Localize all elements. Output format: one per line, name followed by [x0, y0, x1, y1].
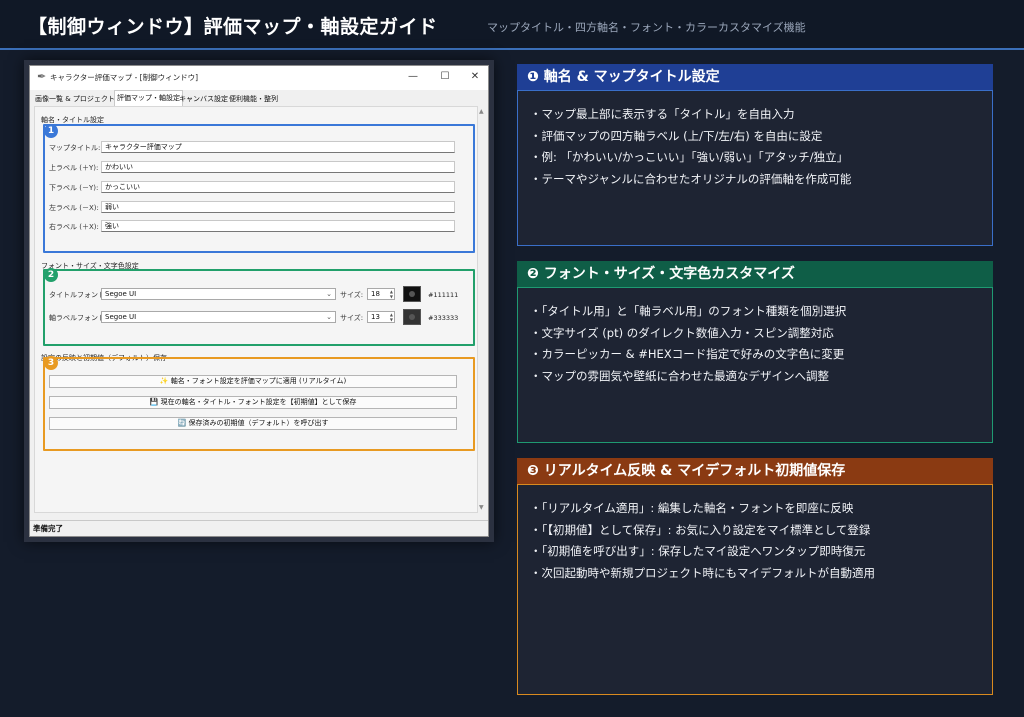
field-label-top: 上ラベル (＋Y): [49, 164, 99, 172]
tab-utilities[interactable]: 便利機能・整列 [227, 92, 280, 106]
badge-3: 3 [44, 356, 58, 370]
axis-font-select[interactable]: Segoe UI ⌄ [101, 311, 336, 323]
panel-3-item: ・「初期値を呼び出す」: 保存したマイ設定へワンタップ即時復元 [530, 544, 866, 558]
screenshot-frame: ✒ キャラクター評価マップ - [制御ウィンドウ] — ☐ ✕ 画像一覧 & プ… [24, 60, 494, 542]
panel-1-item: ・例: 「かわいい/かっこいい」「強い/弱い」「アタッチ/独立」 [530, 150, 849, 164]
color-picker-icon [409, 314, 415, 320]
panel-1-body: ・マップ最上部に表示する「タイトル」を自由入力 ・評価マップの四方軸ラベル (上… [517, 90, 993, 246]
panel-2-title: ❷ フォント・サイズ・文字色カスタマイズ [517, 261, 993, 287]
right-label-input[interactable]: 強い [101, 220, 455, 232]
tab-canvas[interactable]: キャンバス設定 [177, 92, 230, 106]
panel-2-item: ・カラーピッカー & #HEXコード指定で好みの文字色に変更 [530, 347, 845, 361]
panel-2-body: ・「タイトル用」と「軸ラベル用」のフォント種類を個別選択 ・文字サイズ (pt)… [517, 287, 993, 443]
tab-map-axis[interactable]: 評価マップ・軸設定 [114, 90, 183, 106]
apply-realtime-button[interactable]: ✨ 軸名・フォント設定を評価マップに適用 (リアルタイム) [49, 375, 457, 388]
title-size-value: 18 [371, 290, 380, 298]
panel-2-item: ・マップの雰囲気や壁紙に合わせた最適なデザインへ調整 [530, 368, 829, 383]
highlight-box-2 [43, 269, 475, 346]
field-label-bottom: 下ラベル (－Y): [49, 184, 99, 192]
page-subtitle: マップタイトル・四方軸名・フォント・カラーカスタマイズ機能 [487, 21, 806, 34]
title-font-label: タイトルフォント: [49, 291, 108, 299]
title-font-select[interactable]: Segoe UI ⌄ [101, 288, 336, 300]
settings-panel: 軸名・タイトル設定 1 マップタイトル: キャラクター評価マップ 上ラベル (＋… [34, 106, 478, 513]
axis-size-value: 13 [371, 313, 380, 321]
title-size-spinbox[interactable]: 18 ▲ ▼ [367, 288, 395, 300]
left-label-input[interactable]: 弱い [101, 201, 455, 213]
top-label-input[interactable]: かわいい [101, 161, 455, 173]
title-font-value: Segoe UI [105, 290, 137, 298]
field-label-right: 右ラベル (＋X): [49, 223, 99, 231]
save-default-button[interactable]: 💾 現在の軸名・タイトル・フォント設定を【初期値】として保存 [49, 396, 457, 409]
chevron-down-icon: ⌄ [326, 313, 332, 321]
bottom-label-input[interactable]: かっこいい [101, 181, 455, 193]
window-titlebar: ✒ キャラクター評価マップ - [制御ウィンドウ] — ☐ ✕ [30, 66, 488, 90]
panel-1-item: ・評価マップの四方軸ラベル (上/下/左/右) を自由に設定 [530, 128, 823, 143]
load-default-button[interactable]: 🔄 保存済みの初期値（デフォルト）を呼び出す [49, 417, 457, 430]
feather-icon: ✒ [37, 70, 47, 83]
panel-2-item: ・文字サイズ (pt) のダイレクト数値入力・スピン調整対応 [530, 325, 834, 340]
panel-1-item: ・テーマやジャンルに合わせたオリジナルの評価軸を作成可能 [530, 171, 852, 186]
status-bar: 準備完了 [30, 520, 488, 536]
chevron-down-icon: ⌄ [326, 290, 332, 298]
badge-2: 2 [44, 268, 58, 282]
axis-color-hex: #333333 [428, 314, 459, 322]
panel-1-title: ❶ 軸名 & マップタイトル設定 [517, 64, 993, 90]
scroll-up-icon[interactable]: ▲ [479, 108, 484, 115]
panel-3-body: ・「リアルタイム適用」: 編集した軸名・フォントを即座に反映 ・「【初期値】とし… [517, 484, 993, 695]
axis-color-swatch[interactable] [403, 309, 421, 325]
field-label-left: 左ラベル (－X): [49, 204, 99, 212]
axis-font-value: Segoe UI [105, 313, 137, 321]
tab-bar: 画像一覧 & プロジェクト 評価マップ・軸設定 キャンバス設定 便利機能・整列 [30, 90, 488, 106]
title-color-swatch[interactable] [403, 286, 421, 302]
panel-3-title: ❸ リアルタイム反映 & マイデフォルト初期値保存 [517, 458, 993, 484]
title-size-label: サイズ: [340, 291, 364, 299]
window-title: キャラクター評価マップ - [制御ウィンドウ] [50, 73, 199, 82]
panel-3-item: ・次回起動時や新規プロジェクト時にもマイデフォルトが自動適用 [530, 565, 875, 580]
color-picker-icon [409, 291, 415, 297]
tab-images-project[interactable]: 画像一覧 & プロジェクト [33, 92, 117, 106]
axis-font-label: 軸ラベルフォント: [49, 314, 108, 322]
maximize-icon[interactable]: ☐ [434, 69, 456, 85]
spin-arrows-icon[interactable]: ▲ ▼ [390, 289, 393, 299]
panel-1-item: ・マップ最上部に表示する「タイトル」を自由入力 [530, 107, 795, 121]
panel-2-item: ・「タイトル用」と「軸ラベル用」のフォント種類を個別選択 [530, 304, 847, 318]
badge-1: 1 [44, 124, 58, 138]
axis-size-spinbox[interactable]: 13 ▲ ▼ [367, 311, 395, 323]
title-color-hex: #111111 [428, 291, 459, 299]
scrollbar[interactable]: ▲ ▼ [478, 106, 487, 513]
map-title-input[interactable]: キャラクター評価マップ [101, 141, 455, 153]
panel-3-item: ・「リアルタイム適用」: 編集した軸名・フォントを即座に反映 [530, 501, 854, 515]
page-header: 【制御ウィンドウ】評価マップ・軸設定ガイド マップタイトル・四方軸名・フォント・… [0, 0, 1024, 50]
field-label-title: マップタイトル: [49, 144, 101, 152]
page-title: 【制御ウィンドウ】評価マップ・軸設定ガイド [28, 16, 438, 38]
spin-arrows-icon[interactable]: ▲ ▼ [390, 312, 393, 322]
close-icon[interactable]: ✕ [464, 69, 486, 85]
scroll-down-icon[interactable]: ▼ [479, 504, 484, 511]
minimize-icon[interactable]: — [402, 69, 424, 85]
control-window: ✒ キャラクター評価マップ - [制御ウィンドウ] — ☐ ✕ 画像一覧 & プ… [29, 65, 489, 537]
panel-3-item: ・「【初期値】として保存」: お気に入り設定をマイ標準として登録 [530, 522, 871, 537]
axis-size-label: サイズ: [340, 314, 364, 322]
